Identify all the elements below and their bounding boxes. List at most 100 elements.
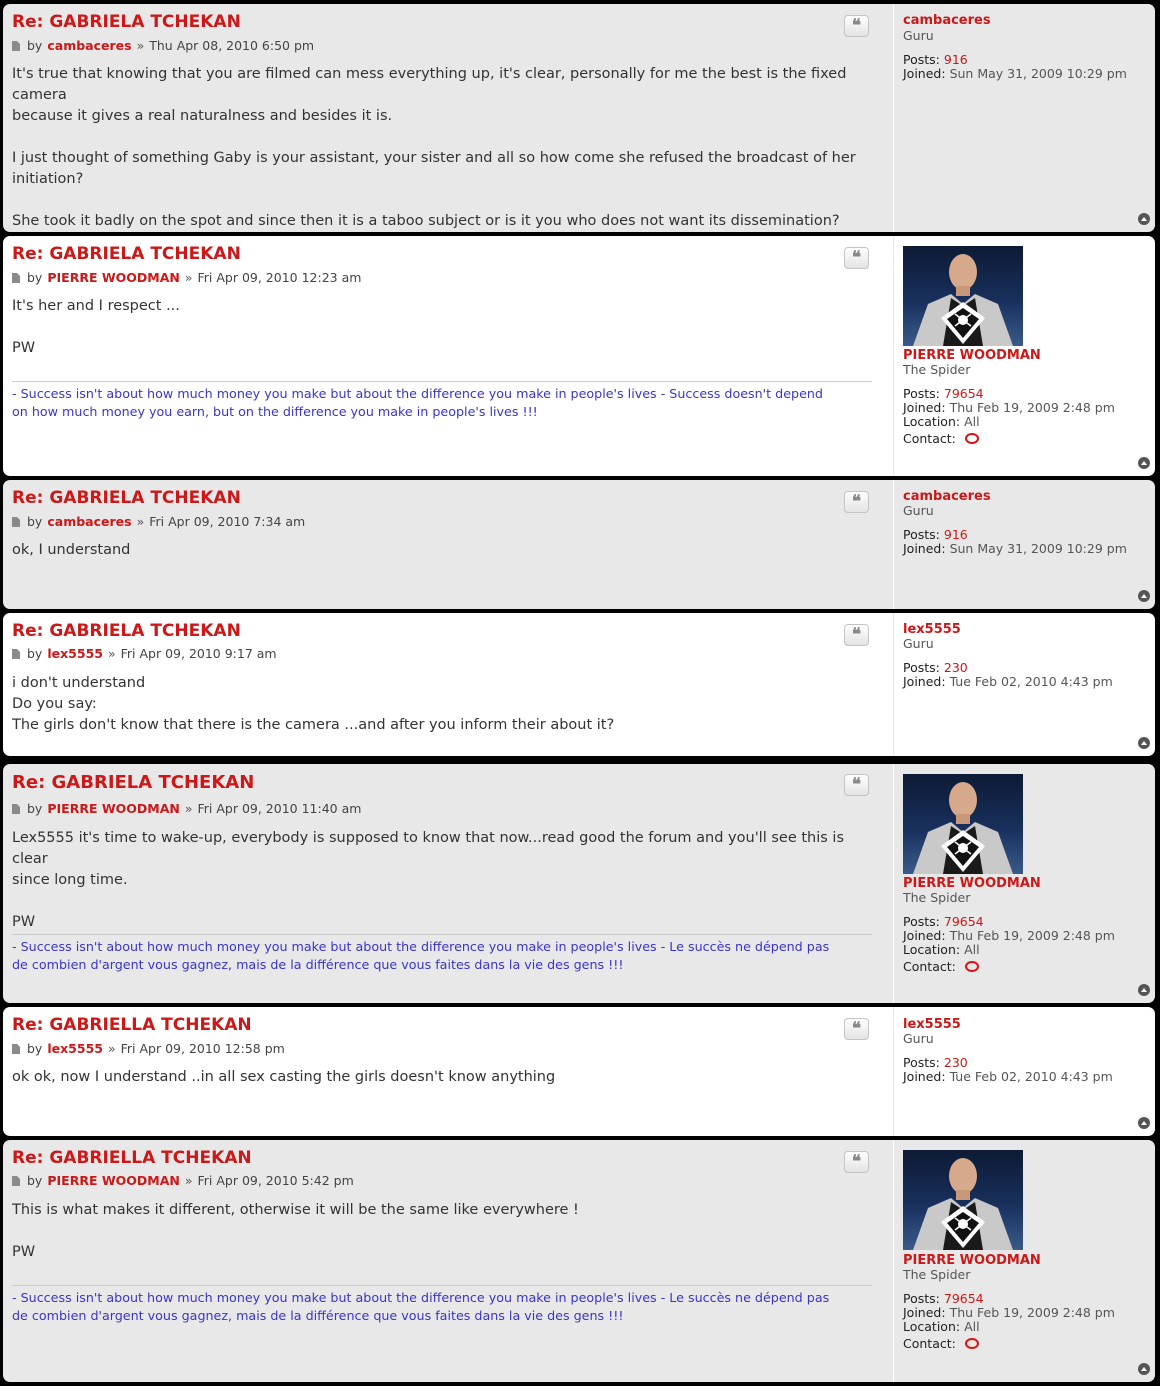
joined-label: Joined: — [903, 400, 946, 415]
post-author-link[interactable]: cambaceres — [47, 514, 131, 529]
profile-joined-row: Joined: Sun May 31, 2009 10:29 pm — [903, 541, 1127, 556]
back-to-top-icon[interactable] — [1138, 213, 1150, 225]
post-document-icon[interactable] — [12, 1175, 20, 1186]
post-document-icon[interactable] — [12, 1043, 20, 1054]
content-line: ok ok, now I understand ..in all sex cas… — [12, 1069, 556, 1085]
joined-label: Joined: — [903, 541, 946, 556]
quote-button[interactable]: ❝ — [844, 1151, 869, 1173]
profile-rank: The Spider — [903, 890, 971, 905]
profile-posts-count-link[interactable]: 230 — [944, 1055, 968, 1070]
profile-username-link[interactable]: lex5555 — [903, 622, 961, 637]
avatar[interactable] — [903, 1150, 1023, 1250]
profile-posts-row: Posts: 79654 — [903, 386, 984, 401]
quote-icon: ❝ — [851, 247, 862, 268]
post-profile: cambaceres Guru Posts: 916 Joined: Sun M… — [893, 480, 1148, 609]
content-line: Do you say: — [12, 696, 97, 712]
post-title-link[interactable]: Re: GABRIELA TCHEKAN — [12, 244, 241, 264]
back-to-top-icon[interactable] — [1138, 590, 1150, 602]
back-to-top-icon[interactable] — [1138, 457, 1150, 469]
post-document-icon[interactable] — [12, 272, 20, 283]
contact-label: Contact: — [903, 431, 956, 446]
post-author-link[interactable]: cambaceres — [47, 38, 131, 53]
profile-rank: Guru — [903, 503, 934, 518]
avatar[interactable] — [903, 774, 1023, 874]
profile-username-link[interactable]: PIERRE WOODMAN — [903, 876, 1041, 891]
content-line: initiation? — [12, 171, 84, 187]
meta-separator: » — [136, 38, 145, 53]
profile-rank: Guru — [903, 636, 934, 651]
profile-posts-count-link[interactable]: 79654 — [944, 914, 984, 929]
post-author-link[interactable]: PIERRE WOODMAN — [47, 1173, 179, 1188]
post-author-link[interactable]: lex5555 — [47, 1041, 103, 1056]
post-date: Fri Apr 09, 2010 5:42 pm — [197, 1173, 354, 1188]
joined-label: Joined: — [903, 1069, 946, 1084]
post-0: Re: GABRIELA TCHEKAN by cambaceres » Thu… — [3, 4, 1155, 232]
post-profile: lex5555 Guru Posts: 230 Joined: Tue Feb … — [893, 1007, 1148, 1136]
profile-posts-count-link[interactable]: 916 — [944, 527, 968, 542]
post-title-link[interactable]: Re: GABRIELA TCHEKAN — [12, 621, 241, 641]
signature-line: - Success isn't about how much money you… — [12, 939, 830, 954]
profile-contact-row: Contact: — [903, 959, 979, 974]
profile-username-link[interactable]: PIERRE WOODMAN — [903, 1253, 1041, 1268]
quote-button[interactable]: ❝ — [844, 247, 869, 269]
post-author-link[interactable]: lex5555 — [47, 646, 103, 661]
post-title-link[interactable]: Re: GABRIELLA TCHEKAN — [12, 1015, 252, 1035]
by-label: by — [27, 1041, 43, 1056]
post-date: Fri Apr 09, 2010 12:23 am — [197, 270, 362, 285]
quote-icon: ❝ — [851, 491, 862, 512]
profile-joined-row: Joined: Thu Feb 19, 2009 2:48 pm — [903, 1305, 1115, 1320]
post-author-link[interactable]: PIERRE WOODMAN — [47, 270, 179, 285]
profile-posts-count-link[interactable]: 79654 — [944, 1291, 984, 1306]
post-document-icon[interactable] — [12, 803, 20, 814]
profile-posts-row: Posts: 79654 — [903, 914, 984, 929]
profile-posts-count-link[interactable]: 230 — [944, 660, 968, 675]
profile-posts-count-link[interactable]: 916 — [944, 52, 968, 67]
post-content: This is what makes it different, otherwi… — [12, 1200, 874, 1263]
post-document-icon[interactable] — [12, 648, 20, 659]
content-line — [12, 127, 874, 148]
back-to-top-icon[interactable] — [1138, 1363, 1150, 1375]
back-to-top-icon[interactable] — [1138, 1117, 1150, 1129]
post-date: Thu Apr 08, 2010 6:50 pm — [149, 38, 315, 53]
post-title-link[interactable]: Re: GABRIELA TCHEKAN — [12, 488, 241, 508]
post-document-icon[interactable] — [12, 40, 20, 51]
quote-button[interactable]: ❝ — [844, 774, 869, 796]
speech-bubble-icon[interactable] — [964, 1338, 979, 1349]
profile-username-link[interactable]: lex5555 — [903, 1017, 961, 1032]
quote-button[interactable]: ❝ — [844, 1018, 869, 1040]
post-5: Re: GABRIELLA TCHEKAN by lex5555 » Fri A… — [3, 1007, 1155, 1136]
back-to-top-icon[interactable] — [1138, 984, 1150, 996]
profile-posts-count-link[interactable]: 79654 — [944, 386, 984, 401]
profile-username-link[interactable]: cambaceres — [903, 489, 991, 504]
profile-rank: Guru — [903, 1031, 934, 1046]
profile-location: All — [964, 414, 980, 429]
posts-label: Posts: — [903, 386, 940, 401]
quote-button[interactable]: ❝ — [844, 624, 869, 646]
post-author-link[interactable]: PIERRE WOODMAN — [47, 801, 179, 816]
profile-joined-row: Joined: Thu Feb 19, 2009 2:48 pm — [903, 928, 1115, 943]
quote-button[interactable]: ❝ — [844, 491, 869, 513]
avatar[interactable] — [903, 246, 1023, 346]
profile-joined-date: Thu Feb 19, 2009 2:48 pm — [949, 400, 1115, 415]
content-line: She took it badly on the spot and since … — [12, 213, 840, 229]
location-label: Location: — [903, 1319, 961, 1334]
speech-bubble-icon[interactable] — [964, 961, 979, 972]
post-title-link[interactable]: Re: GABRIELLA TCHEKAN — [12, 1148, 252, 1168]
post-date: Fri Apr 09, 2010 9:17 am — [120, 646, 277, 661]
quote-icon: ❝ — [851, 1018, 862, 1039]
quote-button[interactable]: ❝ — [844, 15, 869, 37]
post-document-icon[interactable] — [12, 516, 20, 527]
signature-line: - Success isn't about how much money you… — [12, 386, 823, 401]
back-to-top-icon[interactable] — [1138, 737, 1150, 749]
profile-contact-row: Contact: — [903, 1336, 979, 1351]
post-title-link[interactable]: Re: GABRIELA TCHEKAN — [12, 772, 254, 793]
post-meta: by cambaceres » Thu Apr 08, 2010 6:50 pm — [12, 38, 314, 53]
post-meta: by PIERRE WOODMAN » Fri Apr 09, 2010 11:… — [12, 801, 361, 816]
profile-username-link[interactable]: cambaceres — [903, 13, 991, 28]
profile-joined-date: Tue Feb 02, 2010 4:43 pm — [949, 1069, 1113, 1084]
post-title-link[interactable]: Re: GABRIELA TCHEKAN — [12, 12, 241, 32]
by-label: by — [27, 270, 43, 285]
speech-bubble-icon[interactable] — [964, 433, 979, 444]
post-signature: - Success isn't about how much money you… — [12, 1285, 872, 1325]
profile-username-link[interactable]: PIERRE WOODMAN — [903, 348, 1041, 363]
